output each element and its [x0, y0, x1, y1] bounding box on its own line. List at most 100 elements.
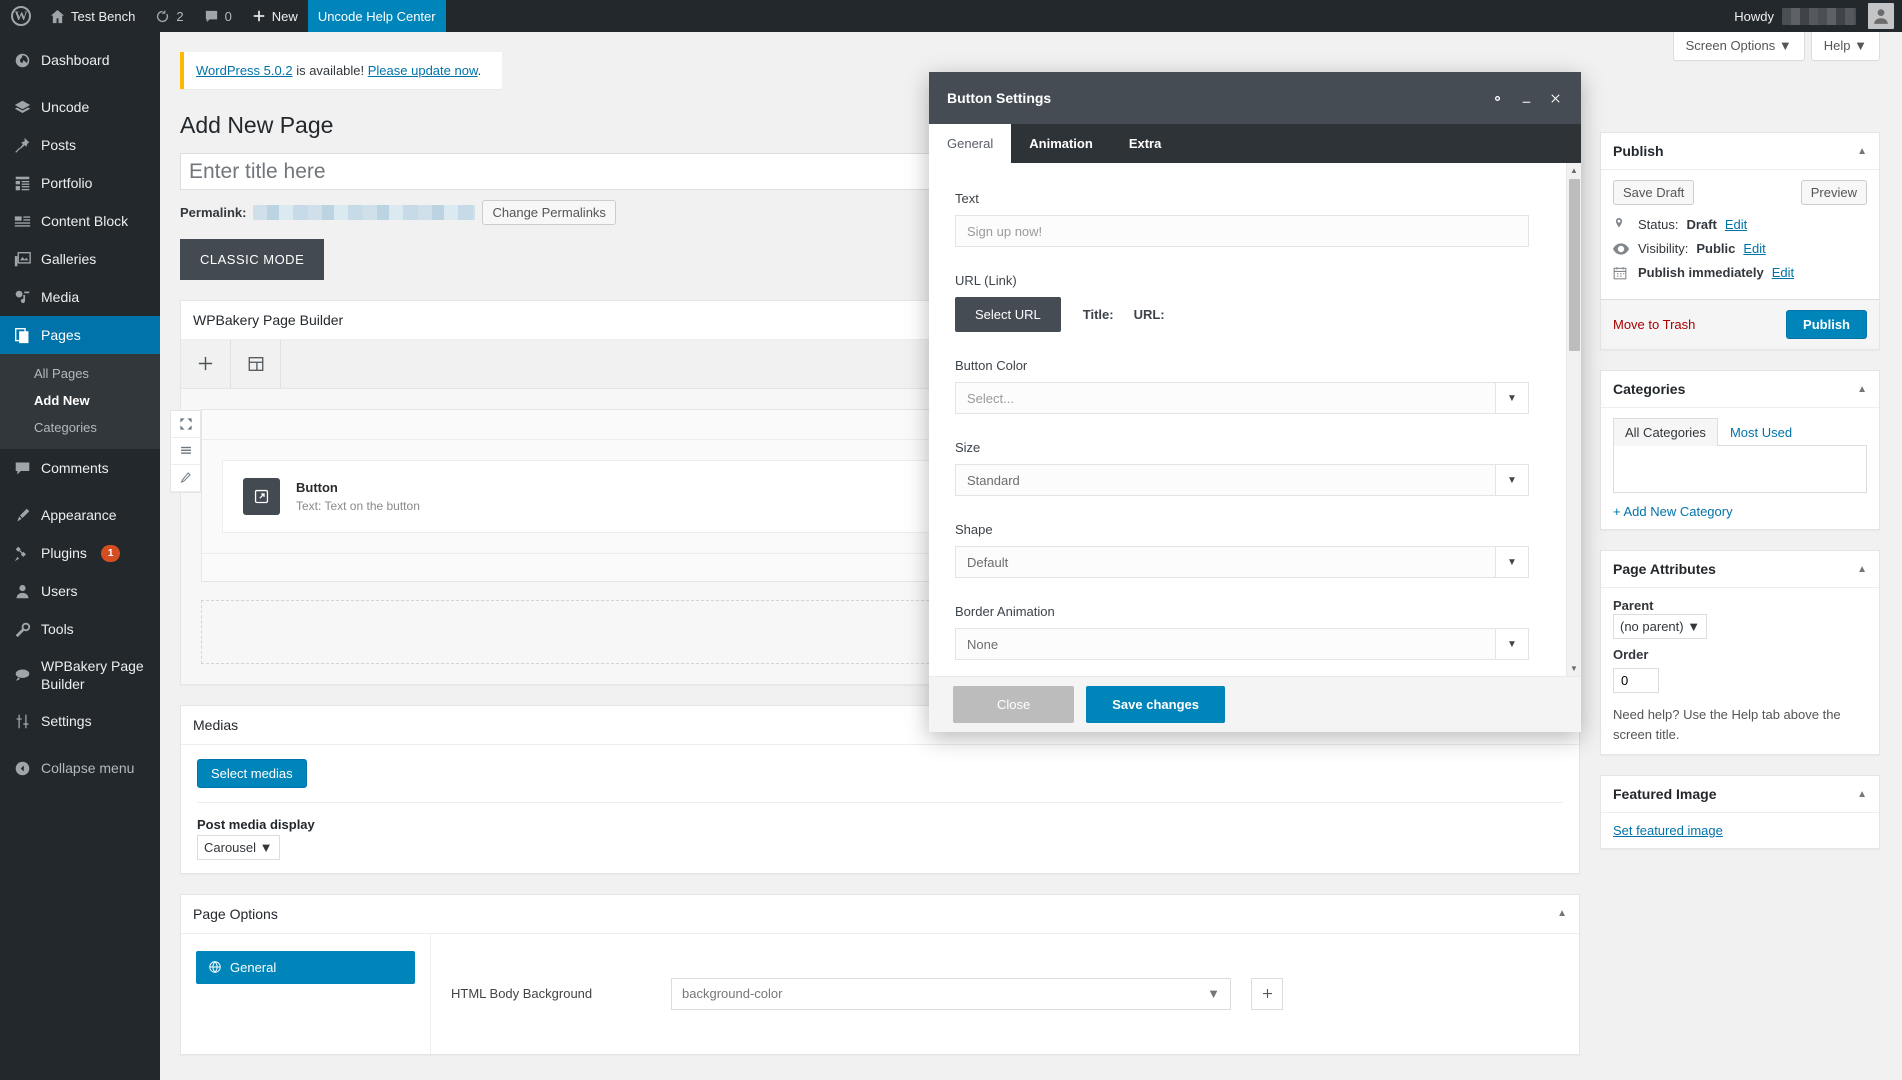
sidebar-item-galleries[interactable]: Galleries	[0, 240, 160, 278]
modal-scrollbar[interactable]: ▲ ▼	[1566, 163, 1581, 676]
chevron-down-icon[interactable]: ▼	[1495, 628, 1529, 660]
new-content-menu[interactable]: New	[242, 0, 308, 32]
wordpress-logo-menu[interactable]: W	[0, 0, 40, 32]
scroll-down-arrow-icon[interactable]: ▼	[1567, 661, 1581, 676]
tab-most-used[interactable]: Most Used	[1718, 418, 1804, 446]
help-button[interactable]: Help ▼	[1810, 32, 1880, 61]
modal-tab-general[interactable]: General	[929, 124, 1012, 163]
post-media-display-label: Post media display	[197, 816, 315, 832]
html-body-background-select[interactable]: background-color ▼	[671, 977, 1231, 1010]
chevron-down-icon[interactable]: ▼	[1495, 464, 1529, 496]
comments-icon	[12, 458, 32, 478]
gear-icon[interactable]	[1490, 91, 1505, 106]
sidebar-item-users[interactable]: Users	[0, 572, 160, 610]
medias-panel-title: Medias	[193, 716, 239, 733]
scrollbar-thumb[interactable]	[1569, 179, 1580, 351]
page-options-tab-general[interactable]: General	[196, 950, 415, 984]
pencil-icon[interactable]	[171, 465, 200, 492]
collapse-arrow-icon[interactable]: ▲	[1857, 146, 1867, 157]
plugins-update-badge: 1	[100, 544, 121, 562]
order-input[interactable]	[1613, 668, 1659, 693]
order-label: Order	[1613, 647, 1649, 662]
tab-all-categories[interactable]: All Categories	[1613, 418, 1718, 446]
move-icon[interactable]	[171, 411, 200, 438]
border-animation-select[interactable]: None ▼	[955, 628, 1529, 660]
sidebar-item-portfolio[interactable]: Portfolio	[0, 164, 160, 202]
page-attributes-box: Page Attributes ▲ Parent (no parent) ▼ O…	[1600, 550, 1880, 755]
column-layout-icon[interactable]	[171, 438, 200, 465]
chevron-down-icon[interactable]: ▼	[1495, 382, 1529, 414]
sidebar-item-collapse-menu[interactable]: Collapse menu	[0, 749, 160, 787]
sidebar-item-uncode[interactable]: Uncode	[0, 88, 160, 126]
avatar[interactable]	[1868, 3, 1894, 29]
collapse-arrow-icon[interactable]: ▲	[1857, 384, 1867, 395]
featured-image-title: Featured Image	[1613, 786, 1717, 802]
screen-options-button[interactable]: Screen Options ▼	[1672, 32, 1805, 61]
post-media-display-select[interactable]: Carousel ▼	[197, 834, 280, 860]
classic-mode-button[interactable]: CLASSIC MODE	[180, 238, 325, 280]
text-input[interactable]: Sign up now!	[955, 215, 1529, 247]
pin-marker-icon	[1613, 217, 1630, 232]
select-url-button[interactable]: Select URL	[955, 297, 1061, 332]
size-select[interactable]: Standard ▼	[955, 464, 1529, 496]
sidebar-item-media[interactable]: Media	[0, 278, 160, 316]
scroll-up-arrow-icon[interactable]: ▲	[1567, 163, 1581, 178]
save-draft-button[interactable]: Save Draft	[1613, 180, 1695, 205]
preview-button[interactable]: Preview	[1800, 180, 1867, 205]
templates-button[interactable]	[231, 339, 281, 388]
publish-button[interactable]: Publish	[1786, 310, 1867, 339]
updates-menu[interactable]: 2	[145, 0, 193, 32]
visibility-edit-link[interactable]: Edit	[1743, 241, 1765, 256]
modal-tab-extra[interactable]: Extra	[1111, 124, 1180, 163]
modal-header: Button Settings	[929, 72, 1581, 124]
sidebar-item-settings[interactable]: Settings	[0, 702, 160, 740]
add-new-category-link[interactable]: + Add New Category	[1613, 504, 1733, 519]
minimize-icon[interactable]	[1519, 91, 1534, 106]
sidebar-item-tools[interactable]: Tools	[0, 610, 160, 648]
categories-checklist[interactable]	[1613, 446, 1867, 493]
parent-select[interactable]: (no parent) ▼	[1613, 614, 1708, 639]
collapse-arrow-icon[interactable]: ▲	[1857, 564, 1867, 575]
howdy-menu[interactable]: Howdy	[1734, 7, 1868, 25]
sidebar-item-pages[interactable]: Pages	[0, 316, 160, 354]
border-animation-value: None	[955, 628, 1495, 660]
sidebar-item-plugins[interactable]: Plugins 1	[0, 534, 160, 572]
move-to-trash-link[interactable]: Move to Trash	[1613, 317, 1695, 332]
sidebar-item-appearance[interactable]: Appearance	[0, 496, 160, 534]
site-name-menu[interactable]: Test Bench	[40, 0, 145, 32]
publish-box-header: Publish ▲	[1601, 133, 1879, 170]
save-changes-button[interactable]: Save changes	[1086, 686, 1225, 723]
select-medias-button[interactable]: Select medias	[197, 758, 307, 788]
comments-menu[interactable]: 0	[194, 0, 242, 32]
add-element-button[interactable]	[181, 339, 231, 388]
text-field-label: Text	[955, 191, 979, 206]
sidebar-item-content-block[interactable]: Content Block	[0, 202, 160, 240]
set-featured-image-link[interactable]: Set featured image	[1613, 823, 1723, 838]
shape-select[interactable]: Default ▼	[955, 546, 1529, 578]
sidebar-subitem-all-pages[interactable]: All Pages	[0, 360, 160, 387]
chevron-down-icon[interactable]: ▼	[1495, 546, 1529, 578]
modal-tab-animation[interactable]: Animation	[1011, 124, 1111, 163]
sidebar-subitem-categories[interactable]: Categories	[0, 414, 160, 441]
change-permalinks-button[interactable]: Change Permalinks	[482, 199, 616, 225]
sidebar-item-posts[interactable]: Posts	[0, 126, 160, 164]
sidebar-item-dashboard[interactable]: Dashboard	[0, 41, 160, 79]
schedule-edit-link[interactable]: Edit	[1772, 265, 1794, 280]
menu-spacer-3	[0, 740, 160, 749]
sidebar-item-comments[interactable]: Comments	[0, 449, 160, 487]
wordpress-version-link[interactable]: WordPress 5.0.2	[196, 63, 293, 78]
status-edit-link[interactable]: Edit	[1725, 217, 1747, 232]
collapse-arrow-icon[interactable]: ▲	[1857, 789, 1867, 800]
close-icon[interactable]	[1548, 91, 1563, 106]
uncode-help-center-menu[interactable]: Uncode Help Center	[307, 0, 446, 32]
help-label: Help	[1823, 38, 1851, 53]
sidebar-subitem-add-new[interactable]: Add New	[0, 387, 160, 414]
please-update-now-link[interactable]: Please update now	[368, 63, 478, 78]
collapse-arrow-icon[interactable]: ▲	[1557, 908, 1567, 919]
modal-tabs: General Animation Extra	[929, 124, 1581, 163]
sidebar-item-wpbakery-page-builder[interactable]: WPBakery Page Builder	[0, 648, 160, 702]
modal-title: Button Settings	[947, 90, 1052, 106]
close-button[interactable]: Close	[953, 686, 1075, 723]
add-background-button[interactable]	[1251, 977, 1283, 1010]
button-color-select[interactable]: Select... ▼	[955, 382, 1529, 414]
